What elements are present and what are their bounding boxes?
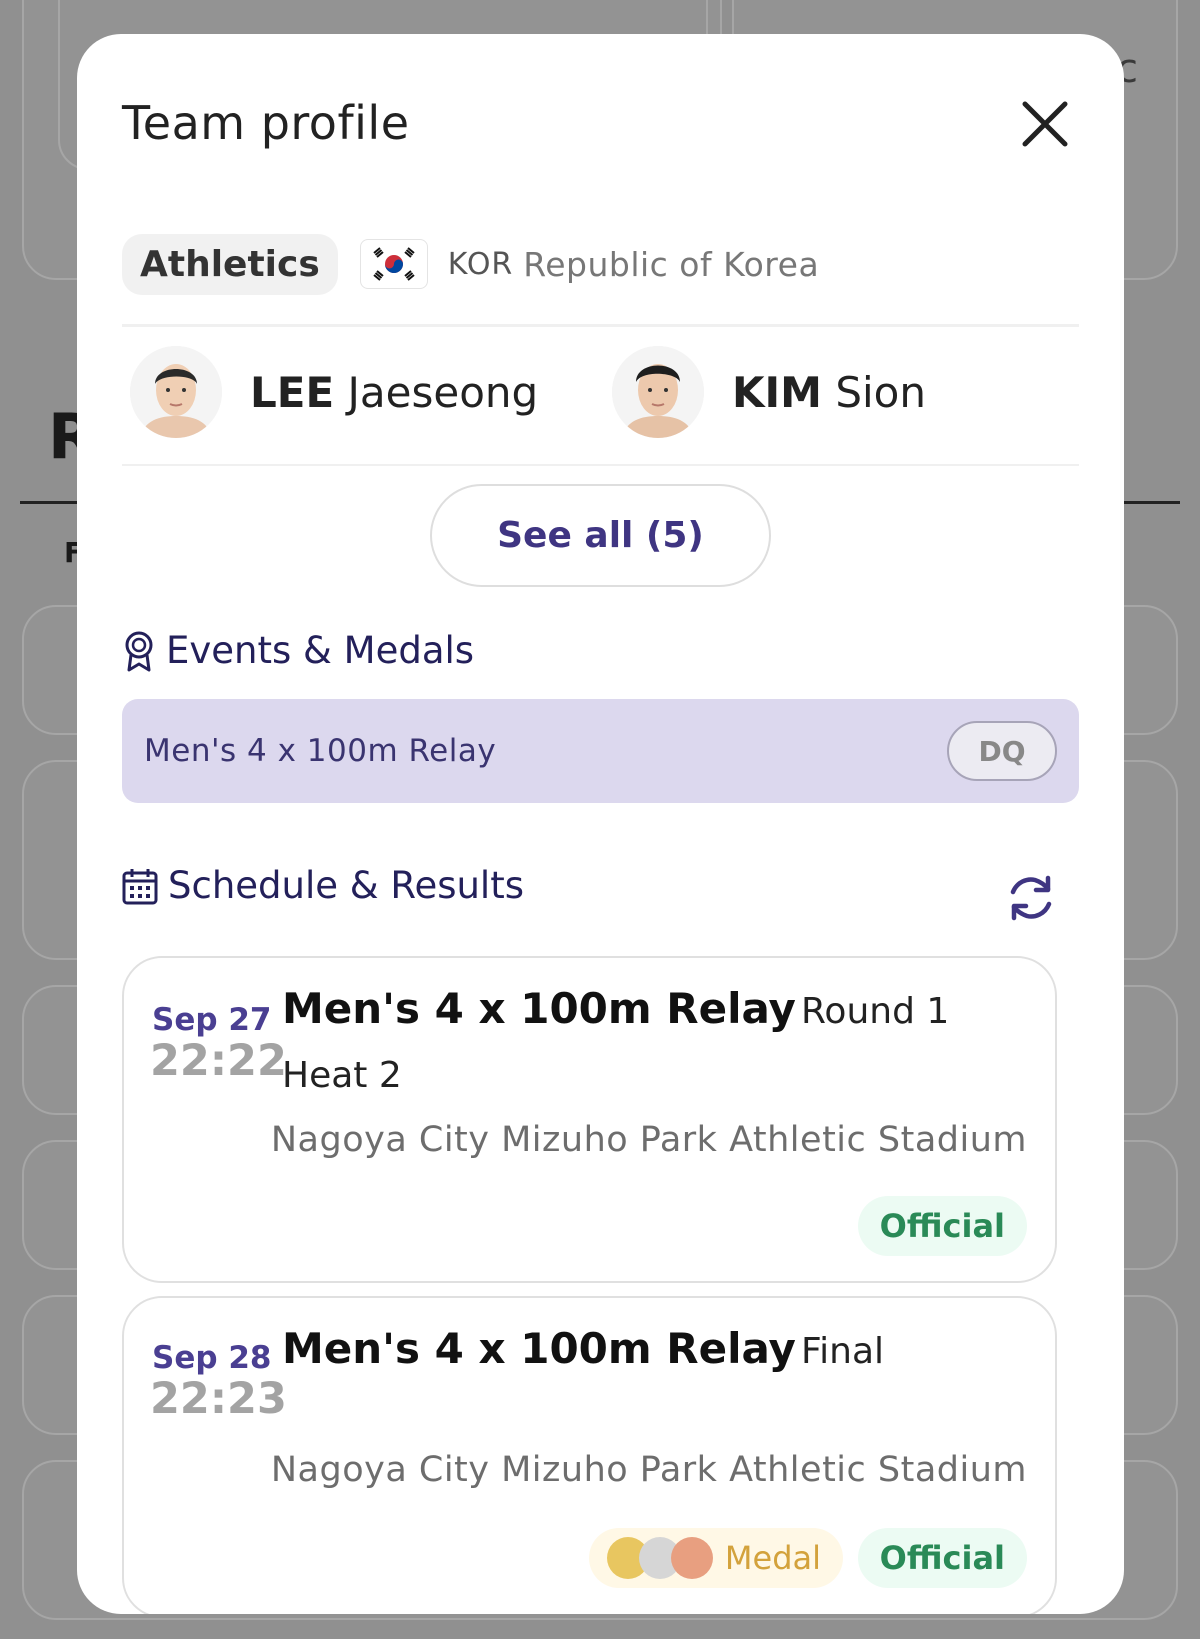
section-title: Events & Medals — [166, 629, 475, 672]
schedule-venue: Nagoya City Mizuho Park Athletic Stadium — [270, 1450, 1027, 1490]
noc-code: KOR — [447, 246, 514, 282]
athlete-name: KIM Sion — [732, 368, 926, 417]
official-badge: Official — [857, 1528, 1027, 1588]
sport-chip: Athletics — [122, 233, 338, 295]
event-name: Men's 4 x 100m Relay — [144, 733, 497, 769]
schedule-sub-phase: Heat 2 — [282, 1055, 402, 1096]
medal-badge: Medal — [588, 1528, 843, 1588]
athlete-given-name: Sion — [835, 367, 926, 417]
avatar — [612, 346, 704, 438]
see-all-button[interactable]: See all (5) — [430, 484, 771, 587]
events-medals-heading: Events & Medals — [122, 629, 474, 672]
calendar-icon — [122, 868, 158, 904]
section-title: Schedule & Results — [168, 864, 524, 907]
athlete-item[interactable]: KIM Sion — [612, 346, 926, 438]
athlete-name: LEE Jaeseong — [250, 368, 538, 417]
schedule-card[interactable]: Sep 27 22:22 Men's 4 x 100m Relay Round … — [122, 956, 1057, 1283]
refresh-icon — [1010, 875, 1052, 921]
schedule-card[interactable]: Sep 28 22:23 Men's 4 x 100m Relay Final … — [122, 1296, 1057, 1614]
status-badge: DQ — [947, 721, 1057, 781]
schedule-time: 22:23 — [150, 1374, 287, 1424]
refresh-button[interactable] — [1005, 872, 1057, 924]
team-info-row: Athletics KOR Republic of Korea — [122, 214, 1079, 314]
athlete-given-name: Jaeseong — [347, 367, 539, 417]
athlete-surname: KIM — [732, 367, 822, 417]
close-icon — [1022, 101, 1068, 147]
athlete-item[interactable]: LEE Jaeseong — [130, 346, 538, 438]
schedule-time: 22:22 — [150, 1036, 287, 1086]
schedule-title: Men's 4 x 100m Relay Final — [282, 1320, 1022, 1387]
country-name: Republic of Korea — [523, 244, 820, 284]
schedule-date: Sep 27 — [152, 1002, 272, 1038]
schedule-date: Sep 28 — [152, 1340, 272, 1376]
avatar — [130, 346, 222, 438]
team-profile-modal: Team profile Athletics KOR Republic of K… — [77, 34, 1124, 1614]
official-badge: Official — [857, 1196, 1027, 1256]
schedule-title: Men's 4 x 100m Relay Round 1 Heat 2 — [282, 980, 1022, 1111]
athlete-list: LEE Jaeseong KIM Sion — [122, 334, 1079, 464]
korea-flag-icon — [359, 239, 428, 289]
schedule-event: Men's 4 x 100m Relay — [282, 984, 796, 1033]
modal-title: Team profile — [122, 96, 410, 150]
close-button[interactable] — [1015, 94, 1075, 154]
athlete-surname: LEE — [250, 367, 335, 417]
event-row[interactable]: Men's 4 x 100m Relay DQ — [122, 699, 1079, 803]
medal-label: Medal — [724, 1539, 821, 1577]
divider — [122, 324, 1079, 327]
schedule-venue: Nagoya City Mizuho Park Athletic Stadium — [270, 1120, 1027, 1160]
schedule-phase: Round 1 — [801, 991, 950, 1032]
bronze-medal-icon — [670, 1537, 713, 1579]
schedule-event: Men's 4 x 100m Relay — [282, 1324, 796, 1373]
medal-icon — [125, 631, 153, 671]
schedule-results-heading: Schedule & Results — [122, 864, 524, 907]
divider — [122, 464, 1079, 466]
schedule-phase: Final — [801, 1331, 884, 1372]
